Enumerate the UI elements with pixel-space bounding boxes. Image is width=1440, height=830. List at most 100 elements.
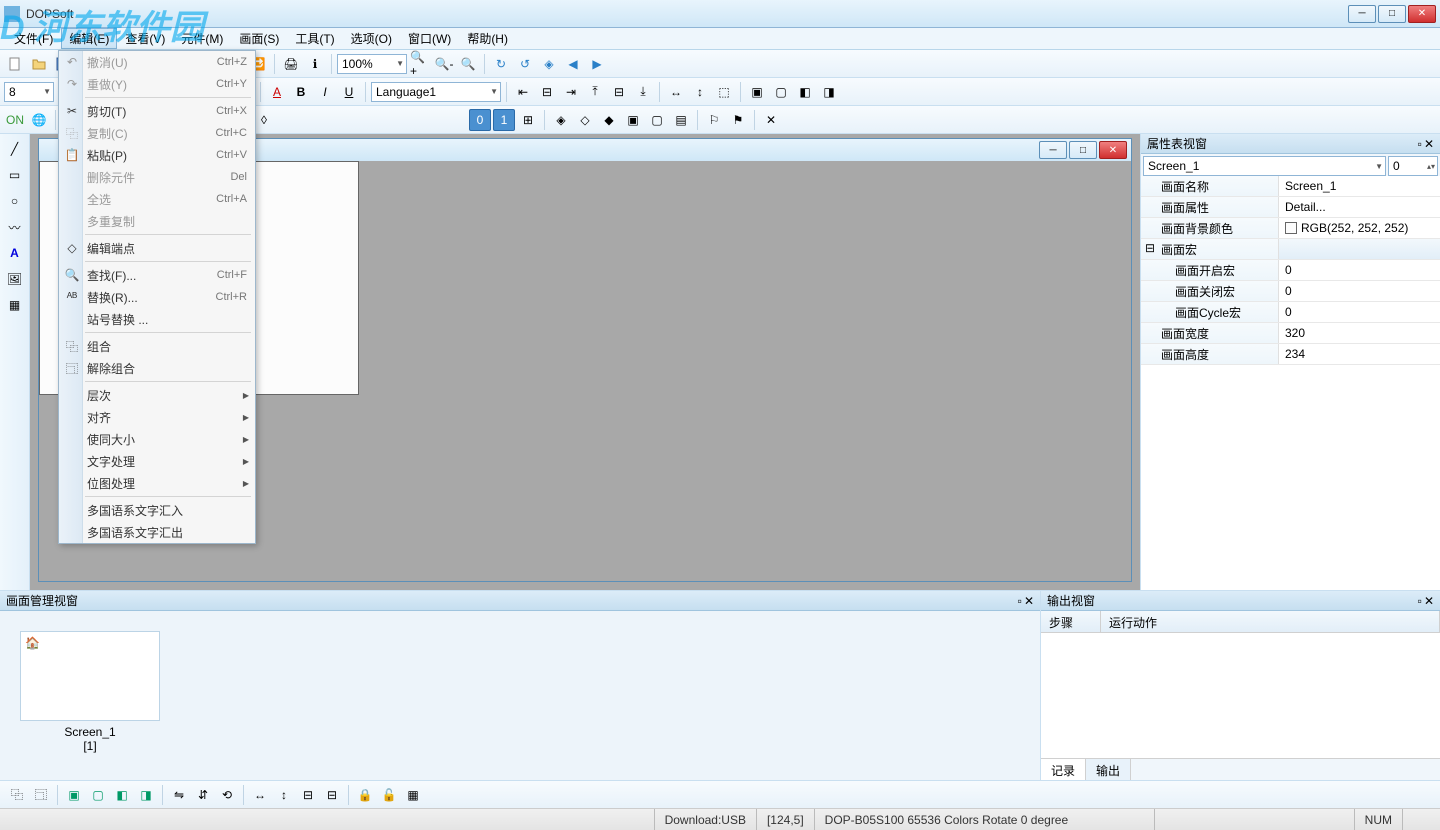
dist-h-icon[interactable]: ↔: [249, 784, 271, 806]
state-1-icon[interactable]: 1: [493, 109, 515, 131]
backward-icon[interactable]: ◨: [135, 784, 157, 806]
x8-icon[interactable]: ⚑: [727, 109, 749, 131]
italic-icon[interactable]: I: [314, 81, 336, 103]
property-value[interactable]: 234: [1279, 344, 1440, 364]
align-obj-top-icon[interactable]: ⤒: [584, 81, 606, 103]
property-value[interactable]: 0: [1279, 302, 1440, 322]
circle-icon[interactable]: ○: [4, 190, 26, 212]
text-icon[interactable]: A: [4, 242, 26, 264]
zoom-in-icon[interactable]: 🔍+: [409, 53, 431, 75]
property-row[interactable]: ⊟画面宏: [1141, 239, 1440, 260]
same-height-icon[interactable]: ↕: [689, 81, 711, 103]
menu-item-[interactable]: 文字处理: [59, 450, 255, 472]
refresh-icon[interactable]: ↻: [490, 53, 512, 75]
property-row[interactable]: 画面开启宏0: [1141, 260, 1440, 281]
property-value[interactable]: Detail...: [1279, 197, 1440, 217]
x5-icon[interactable]: ▢: [646, 109, 668, 131]
rect-icon[interactable]: ▭: [4, 164, 26, 186]
canvas-close-button[interactable]: ✕: [1099, 141, 1127, 159]
ungroup-icon[interactable]: ⿹: [30, 784, 52, 806]
online-icon[interactable]: ON: [4, 109, 26, 131]
x6-icon[interactable]: ▤: [670, 109, 692, 131]
menu-item-[interactable]: ⿻组合: [59, 335, 255, 357]
new-icon[interactable]: [4, 53, 26, 75]
menu-window[interactable]: 窗口(W): [400, 28, 459, 49]
screen-thumb[interactable]: 🏠 Screen_1 [1]: [20, 631, 160, 753]
minimize-button[interactable]: ─: [1348, 5, 1376, 23]
menu-item-[interactable]: 使同大小: [59, 428, 255, 450]
x2-icon[interactable]: ◇: [574, 109, 596, 131]
property-value[interactable]: Screen_1: [1279, 176, 1440, 196]
menu-item-[interactable]: 对齐: [59, 406, 255, 428]
globe-icon[interactable]: 🌐: [28, 109, 50, 131]
menu-item-T[interactable]: ✂剪切(T)Ctrl+X: [59, 100, 255, 122]
send-backward-icon[interactable]: ◨: [818, 81, 840, 103]
menu-item-[interactable]: 层次: [59, 384, 255, 406]
send-bottom-icon[interactable]: ▢: [87, 784, 109, 806]
same-width-icon[interactable]: ↔: [665, 81, 687, 103]
bookmark-icon[interactable]: ◈: [538, 53, 560, 75]
panel-close-icon[interactable]: ✕: [1424, 594, 1434, 608]
property-value[interactable]: 0: [1279, 260, 1440, 280]
props-icon[interactable]: ⊞: [517, 109, 539, 131]
zoom-fit-icon[interactable]: 🔍: [457, 53, 479, 75]
menu-help[interactable]: 帮助(H): [459, 28, 516, 49]
x4-icon[interactable]: ▣: [622, 109, 644, 131]
maximize-button[interactable]: □: [1378, 5, 1406, 23]
property-row[interactable]: 画面宽度320: [1141, 323, 1440, 344]
flip-h-icon[interactable]: ⇋: [168, 784, 190, 806]
center-h-icon[interactable]: ⊟: [297, 784, 319, 806]
print-icon[interactable]: 🖨: [280, 53, 302, 75]
menu-screen[interactable]: 画面(S): [231, 28, 287, 49]
property-value[interactable]: 320: [1279, 323, 1440, 343]
same-size-icon[interactable]: ⬚: [713, 81, 735, 103]
zoom-combo[interactable]: 100%▼: [337, 54, 407, 74]
center-v-icon[interactable]: ⊟: [321, 784, 343, 806]
property-row[interactable]: 画面Cycle宏0: [1141, 302, 1440, 323]
property-row[interactable]: 画面高度234: [1141, 344, 1440, 365]
bring-front-icon[interactable]: ▣: [746, 81, 768, 103]
panel-dock-icon[interactable]: ▫: [1418, 594, 1422, 608]
tab-record[interactable]: 记录: [1041, 759, 1086, 780]
menu-item-R[interactable]: ᴬᴮ替换(R)...Ctrl+R: [59, 286, 255, 308]
menu-item-[interactable]: 站号替换 ...: [59, 308, 255, 330]
image-icon[interactable]: 🖼: [4, 268, 26, 290]
panel-dock-icon[interactable]: ▫: [1418, 137, 1422, 151]
forward-icon[interactable]: ◧: [111, 784, 133, 806]
property-row[interactable]: 画面属性Detail...: [1141, 197, 1440, 218]
canvas-maximize-button[interactable]: □: [1069, 141, 1097, 159]
menu-edit[interactable]: 编辑(E): [61, 28, 117, 49]
property-row[interactable]: 画面名称Screen_1: [1141, 176, 1440, 197]
status-resize-grip[interactable]: [1402, 809, 1432, 830]
state-0-icon[interactable]: 0: [469, 109, 491, 131]
menu-item-[interactable]: 多国语系文字汇出: [59, 521, 255, 543]
align-obj-right-icon[interactable]: ⇥: [560, 81, 582, 103]
zoom-out-icon[interactable]: 🔍-: [433, 53, 455, 75]
menu-item-P[interactable]: 📋粘贴(P)Ctrl+V: [59, 144, 255, 166]
tool-9-icon[interactable]: ◊: [253, 109, 275, 131]
menu-tools[interactable]: 工具(T): [287, 28, 342, 49]
close-button[interactable]: ✕: [1408, 5, 1436, 23]
align-obj-bottom-icon[interactable]: ⤓: [632, 81, 654, 103]
language-combo[interactable]: Language1▼: [371, 82, 501, 102]
menu-item-[interactable]: 多国语系文字汇入: [59, 499, 255, 521]
x1-icon[interactable]: ◈: [550, 109, 572, 131]
menu-file[interactable]: 文件(F): [6, 28, 61, 49]
bold-icon[interactable]: B: [290, 81, 312, 103]
x9-icon[interactable]: ✕: [760, 109, 782, 131]
bring-top-icon[interactable]: ▣: [63, 784, 85, 806]
x3-icon[interactable]: ◆: [598, 109, 620, 131]
lock-icon[interactable]: 🔒: [354, 784, 376, 806]
tab-output[interactable]: 输出: [1086, 759, 1131, 780]
font-color-icon[interactable]: A: [266, 81, 288, 103]
grid-toggle-icon[interactable]: ▦: [402, 784, 424, 806]
open-icon[interactable]: [28, 53, 50, 75]
menu-view[interactable]: 查看(V): [117, 28, 173, 49]
align-obj-left-icon[interactable]: ⇤: [512, 81, 534, 103]
fontsize-combo[interactable]: 8▼: [4, 82, 54, 102]
info-icon[interactable]: ℹ: [304, 53, 326, 75]
menu-item-[interactable]: 位图处理: [59, 472, 255, 494]
grid-icon[interactable]: ▦: [4, 294, 26, 316]
unlock-icon[interactable]: 🔓: [378, 784, 400, 806]
sync-icon[interactable]: ↺: [514, 53, 536, 75]
